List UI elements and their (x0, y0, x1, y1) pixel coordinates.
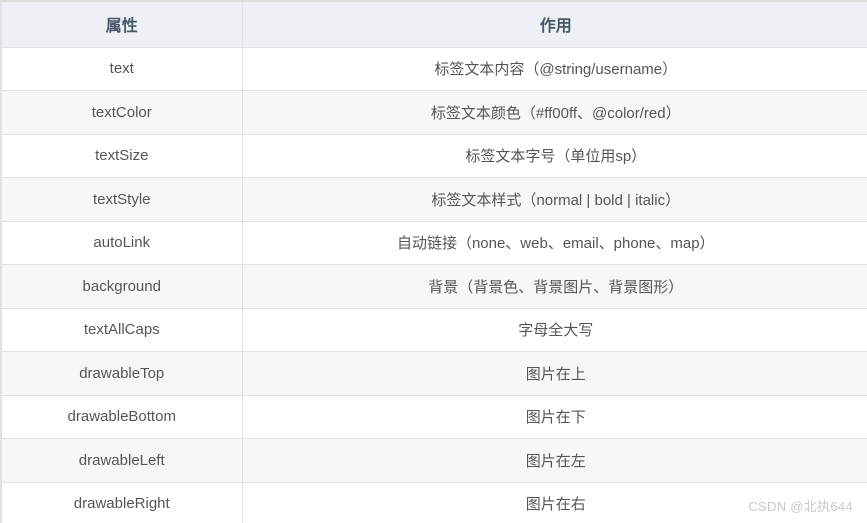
cell-description: 标签文本颜色（#ff00ff、@color/red） (242, 90, 867, 135)
cell-description: 字母全大写 (242, 308, 867, 352)
table-row: textAllCaps 字母全大写 (2, 308, 867, 352)
table-header-row: 属性 作用 (2, 1, 867, 48)
attribute-table-container: 属性 作用 text 标签文本内容（@string/username） textCo… (0, 0, 867, 523)
table-row: autoLink 自动链接（none、web、email、phone、map） (2, 221, 867, 265)
cell-description: 图片在右 (242, 482, 867, 523)
cell-attribute: textAllCaps (2, 308, 243, 352)
table-row: drawableLeft 图片在左 (2, 438, 867, 483)
textview-attribute-table: 属性 作用 text 标签文本内容（@string/username） textCo… (2, 0, 867, 523)
cell-description: 自动链接（none、web、email、phone、map） (242, 221, 867, 265)
cell-attribute: drawableLeft (2, 438, 243, 483)
table-row: drawableBottom 图片在下 (2, 395, 867, 439)
cell-attribute: drawableTop (2, 351, 243, 396)
table-row: drawableRight 图片在右 (2, 482, 867, 523)
cell-attribute: autoLink (2, 221, 243, 265)
cell-description: 图片在左 (242, 438, 867, 483)
cell-attribute: drawableBottom (2, 395, 243, 439)
table-row: textColor 标签文本颜色（#ff00ff、@color/red） (2, 90, 867, 135)
cell-attribute: textColor (2, 90, 243, 135)
cell-description: 图片在上 (242, 351, 867, 396)
cell-attribute: background (2, 264, 243, 309)
table-row: background 背景（背景色、背景图片、背景图形） (2, 264, 867, 309)
column-header-description: 作用 (242, 1, 867, 48)
table-row: drawableTop 图片在上 (2, 351, 867, 396)
cell-description: 标签文本字号（单位用sp） (242, 134, 867, 178)
cell-description: 标签文本内容（@string/username） (242, 47, 867, 91)
cell-attribute: textSize (2, 134, 243, 178)
cell-description: 图片在下 (242, 395, 867, 439)
table-header: 属性 作用 (2, 1, 867, 48)
table-row: text 标签文本内容（@string/username） (2, 47, 867, 91)
cell-attribute: textStyle (2, 177, 243, 222)
table-row: textStyle 标签文本样式（normal | bold | italic） (2, 177, 867, 222)
cell-attribute: text (2, 47, 243, 91)
cell-description: 标签文本样式（normal | bold | italic） (242, 177, 867, 222)
table-row: textSize 标签文本字号（单位用sp） (2, 134, 867, 178)
cell-attribute: drawableRight (2, 482, 243, 523)
column-header-attribute: 属性 (2, 1, 243, 48)
cell-description: 背景（背景色、背景图片、背景图形） (242, 264, 867, 309)
table-body: text 标签文本内容（@string/username） textColor 标签文… (2, 47, 867, 523)
